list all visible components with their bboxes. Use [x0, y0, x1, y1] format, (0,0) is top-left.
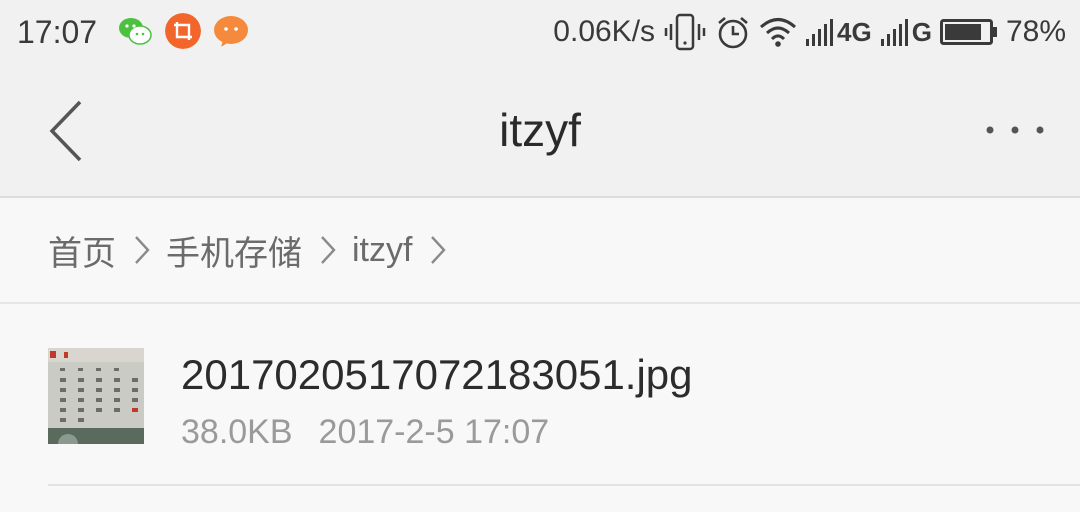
file-name: 2017020517072183051.jpg [181, 351, 693, 398]
file-thumbnail [48, 348, 144, 444]
chevron-right-icon [135, 236, 150, 264]
alarm-icon [718, 17, 748, 49]
page-title: itzyf [499, 104, 581, 156]
signal1-label: 4G [837, 16, 872, 47]
net-speed: 0.06K/s [553, 15, 656, 48]
more-dots-icon [986, 126, 1044, 134]
file-size: 38.0KB [181, 413, 293, 451]
more-options-button[interactable] [980, 110, 1050, 150]
list-item[interactable]: 2017020517072183051.jpg 38.0KB 2017-2-5 … [0, 306, 1080, 486]
battery-icon [939, 19, 997, 45]
status-time: 17:07 [17, 14, 98, 50]
row-divider [48, 484, 1080, 486]
breadcrumb-item-home[interactable]: 首页 [48, 226, 116, 275]
wifi-icon [760, 18, 797, 47]
status-bar: 17:07 0.06K/s 4G G 78% [0, 0, 1080, 66]
chevron-right-icon [431, 236, 447, 264]
battery-percent: 78% [1005, 15, 1066, 48]
title-bar: itzyf [0, 66, 1080, 198]
file-date: 2017-2-5 17:07 [318, 413, 550, 451]
chat-bubble-icon [214, 16, 248, 47]
signal-icon [806, 19, 834, 46]
screenshot-crop-icon [165, 13, 201, 49]
vibrate-icon [664, 13, 706, 51]
signal-icon [880, 19, 908, 46]
file-meta: 38.0KB 2017-2-5 17:07 [181, 410, 549, 454]
chevron-right-icon [321, 236, 336, 264]
breadcrumb: 首页 手机存储 itzyf [0, 198, 1080, 304]
breadcrumb-item-phone-storage[interactable]: 手机存储 [166, 226, 302, 275]
signal2-label: G [911, 16, 932, 47]
status-indicators: 0.06K/s 4G G 78% [553, 12, 1066, 52]
breadcrumb-item-itzyf[interactable]: itzyf [352, 231, 412, 270]
wechat-icon [119, 18, 152, 45]
